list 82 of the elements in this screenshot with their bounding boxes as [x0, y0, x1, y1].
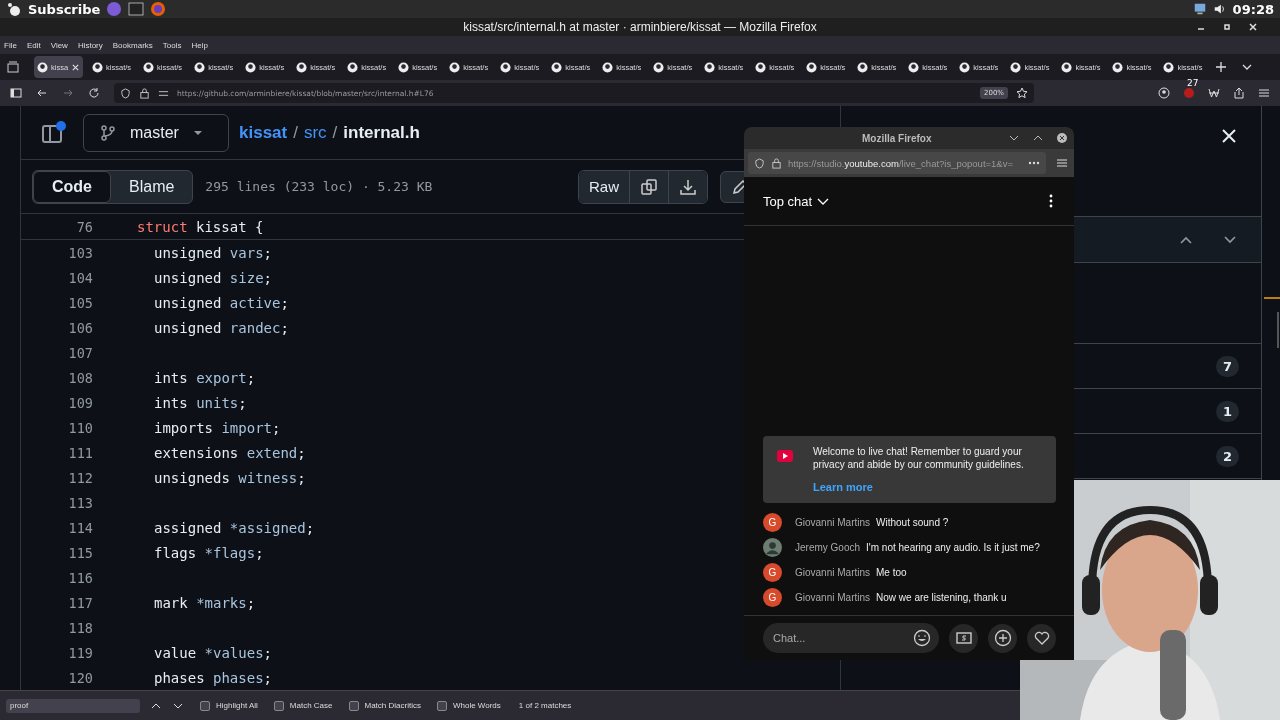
window-title: Mozilla Firefox: [862, 132, 932, 144]
code-line: imports import;: [154, 419, 281, 436]
author-name[interactable]: Giovanni Martins: [795, 592, 871, 603]
notification-count: 27: [1187, 78, 1199, 88]
chat-message: Me too: [876, 567, 907, 578]
code-line: assigned *assigned;: [154, 519, 315, 536]
count-badge: 7: [1215, 355, 1239, 377]
breadcrumb-link[interactable]: kissat: [239, 122, 288, 143]
menu-item[interactable]: Help: [191, 40, 208, 50]
clock[interactable]: 09:28: [1232, 1, 1274, 17]
url-text: https://studio.youtube.com/live_chat?is_popout=1&v=: [788, 157, 1014, 169]
file-name: internal.h: [343, 122, 420, 143]
line-number[interactable]: 103: [21, 244, 93, 261]
avatar: G: [763, 513, 782, 532]
chat-input[interactable]: Chat...: [763, 623, 939, 653]
line-number[interactable]: 114: [21, 519, 93, 536]
code-line: unsigneds witness;: [154, 469, 306, 486]
line-number[interactable]: 119: [21, 644, 93, 661]
checkbox-label[interactable]: Match Diacritics: [364, 701, 421, 710]
author-name[interactable]: Jeremy Gooch: [795, 542, 861, 553]
match-count: 1 of 2 matches: [518, 701, 572, 710]
line-number[interactable]: 110: [21, 419, 93, 436]
count-badge: 2: [1215, 445, 1239, 467]
line-number[interactable]: 105: [21, 294, 93, 311]
code-line: unsigned randec;: [154, 319, 289, 336]
line-number[interactable]: 113: [21, 494, 93, 511]
menu-item[interactable]: Edit: [26, 40, 41, 50]
code-line: flags *flags;: [154, 544, 264, 561]
count-badge: 1: [1215, 400, 1239, 422]
code-line: extensions extend;: [154, 444, 306, 461]
menu-item[interactable]: Bookmarks: [112, 40, 153, 50]
line-number[interactable]: 118: [21, 619, 93, 636]
find-field[interactable]: proof: [6, 698, 140, 713]
menu-item[interactable]: File: [4, 40, 17, 50]
line-number[interactable]: 112: [21, 469, 93, 486]
window-title: kissat/src/internal.h at master · arminbiere/kissat — Mozilla Firefox: [463, 20, 817, 34]
path-separator: /: [332, 122, 338, 143]
code-line: struct kissat {: [137, 218, 264, 235]
line-number[interactable]: 117: [21, 594, 93, 611]
code-line: value *values;: [154, 644, 273, 661]
menu-item[interactable]: Tools: [162, 40, 182, 50]
chat-message: I'm not hearing any audio. Is it just me?: [866, 542, 1040, 553]
code-line: unsigned active;: [154, 294, 289, 311]
panel-label: Subscribe: [28, 1, 101, 17]
chat-mode-dropdown[interactable]: Top chat: [763, 193, 813, 209]
address-bar[interactable]: https://studio.youtube.com/live_chat?is_popout=1&v=: [748, 152, 1046, 174]
view-tab[interactable]: Blame: [111, 170, 193, 203]
code-line: unsigned vars;: [154, 244, 272, 261]
line-number[interactable]: 109: [21, 394, 93, 411]
learn-more-link[interactable]: Learn more: [813, 481, 873, 493]
checkbox-label[interactable]: Highlight All: [216, 701, 258, 710]
line-number[interactable]: 111: [21, 444, 93, 461]
line-number[interactable]: 106: [21, 319, 93, 336]
code-line: unsigned size;: [154, 269, 272, 286]
author-name[interactable]: Giovanni Martins: [795, 517, 871, 528]
code-line: ints units;: [154, 394, 247, 411]
path-separator: /: [293, 122, 298, 143]
line-number[interactable]: 107: [21, 344, 93, 361]
code-line: phases phases;: [154, 669, 273, 686]
menu-item[interactable]: History: [77, 40, 103, 50]
author-name[interactable]: Giovanni Martins: [795, 567, 871, 578]
avatar: G: [763, 588, 782, 607]
breadcrumb-link[interactable]: src: [303, 122, 327, 143]
chat-message: Without sound ?: [876, 517, 949, 528]
checkbox-label[interactable]: Whole Words: [452, 701, 501, 710]
line-number[interactable]: 116: [21, 569, 93, 586]
code-line: mark *marks;: [154, 594, 256, 611]
raw-button[interactable]: Raw: [579, 170, 630, 203]
welcome-message: Welcome to live chat! Remember to guard your privacy and abide by our community guidelines.: [813, 445, 1025, 471]
line-number[interactable]: 115: [21, 544, 93, 561]
line-number[interactable]: 104: [21, 269, 93, 286]
line-number[interactable]: 108: [21, 369, 93, 386]
chat-message: Now we are listening, thank u: [876, 592, 1007, 603]
menu-item[interactable]: View: [50, 40, 68, 50]
code-line: ints export;: [154, 369, 256, 386]
checkbox-label[interactable]: Match Case: [289, 701, 333, 710]
file-info: 295 lines (233 loc) · 5.23 KB: [205, 179, 433, 194]
branch-button[interactable]: master: [83, 113, 229, 152]
avatar: G: [763, 563, 782, 582]
view-tab[interactable]: Code: [33, 170, 111, 203]
line-number[interactable]: 76: [21, 218, 93, 235]
line-number[interactable]: 120: [21, 669, 93, 686]
